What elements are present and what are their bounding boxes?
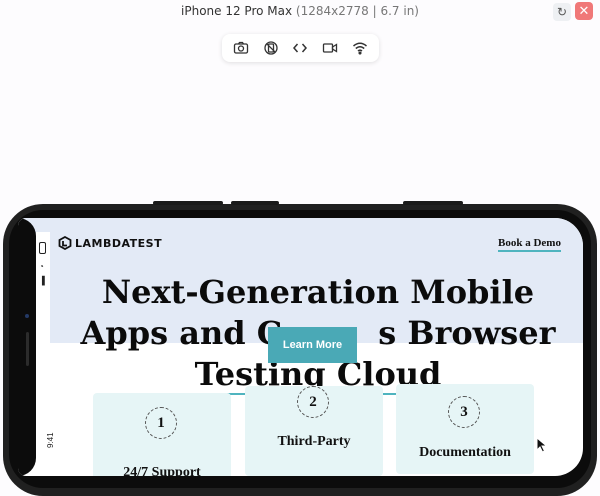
devtools-button[interactable] — [288, 37, 312, 59]
logo-text: LAMBDATEST — [75, 236, 163, 250]
device-title: iPhone 12 Pro Max (1284x2778 | 6.7 in) — [0, 4, 600, 18]
card-label: Documentation — [419, 445, 511, 460]
status-time: 9:41 — [46, 432, 55, 448]
lambdatest-logo-icon — [58, 236, 72, 250]
learn-more-button[interactable]: Learn More — [268, 327, 357, 363]
feature-card-documentation[interactable]: 3 Documentation — [396, 384, 534, 474]
code-icon — [293, 43, 308, 53]
feature-card-support[interactable]: 1 24/7 Support — [93, 393, 231, 476]
device-spec: (1284x2778 | 6.7 in) — [295, 4, 419, 18]
close-icon: ✕ — [578, 3, 590, 18]
network-button[interactable] — [348, 37, 372, 59]
wifi-icon — [353, 42, 368, 55]
camera-icon — [233, 41, 249, 54]
close-button[interactable]: ✕ — [575, 2, 593, 20]
feature-card-third-party[interactable]: 2 Third-Party — [245, 386, 383, 476]
phone-notch — [18, 218, 36, 476]
rotate-button[interactable]: ↻ — [553, 3, 571, 21]
wifi-status-icon: ◔ — [39, 262, 44, 271]
device-name: iPhone 12 Pro Max — [181, 4, 293, 18]
lambdatest-logo[interactable]: LAMBDATEST — [58, 236, 162, 250]
card-number-badge: 3 — [448, 396, 480, 428]
volume-button — [231, 201, 279, 205]
speaker-grille — [26, 332, 29, 366]
phone-frame: LAMBDATEST Book a Demo Next-Generation M… — [3, 201, 597, 496]
status-bar: ◔ ▐ 9:41 — [36, 232, 55, 476]
book-demo-link[interactable]: Book a Demo — [498, 237, 561, 252]
card-label: 24/7 Support — [123, 465, 201, 476]
hero-line-1: Next-Generation Mobile — [101, 273, 535, 311]
device-screen[interactable]: LAMBDATEST Book a Demo Next-Generation M… — [18, 218, 583, 476]
rotate-icon: ↻ — [556, 5, 568, 19]
volume-button — [153, 201, 223, 205]
card-label: Third-Party — [277, 434, 351, 449]
battery-icon — [39, 242, 46, 254]
screenshot-button[interactable] — [229, 37, 253, 59]
signal-icon: ▐ — [39, 276, 45, 285]
mouse-cursor-icon — [536, 437, 548, 453]
card-number-badge: 2 — [297, 386, 329, 418]
no-rotate-icon — [264, 41, 278, 55]
video-icon — [323, 43, 338, 53]
camera-dot — [25, 314, 29, 318]
device-header: iPhone 12 Pro Max (1284x2778 | 6.7 in) ↻… — [0, 0, 600, 24]
rotation-lock-button[interactable] — [259, 37, 283, 59]
device-toolbar — [222, 34, 379, 62]
power-button — [403, 201, 463, 205]
card-number-badge: 1 — [145, 407, 177, 439]
record-video-button[interactable] — [318, 37, 342, 59]
